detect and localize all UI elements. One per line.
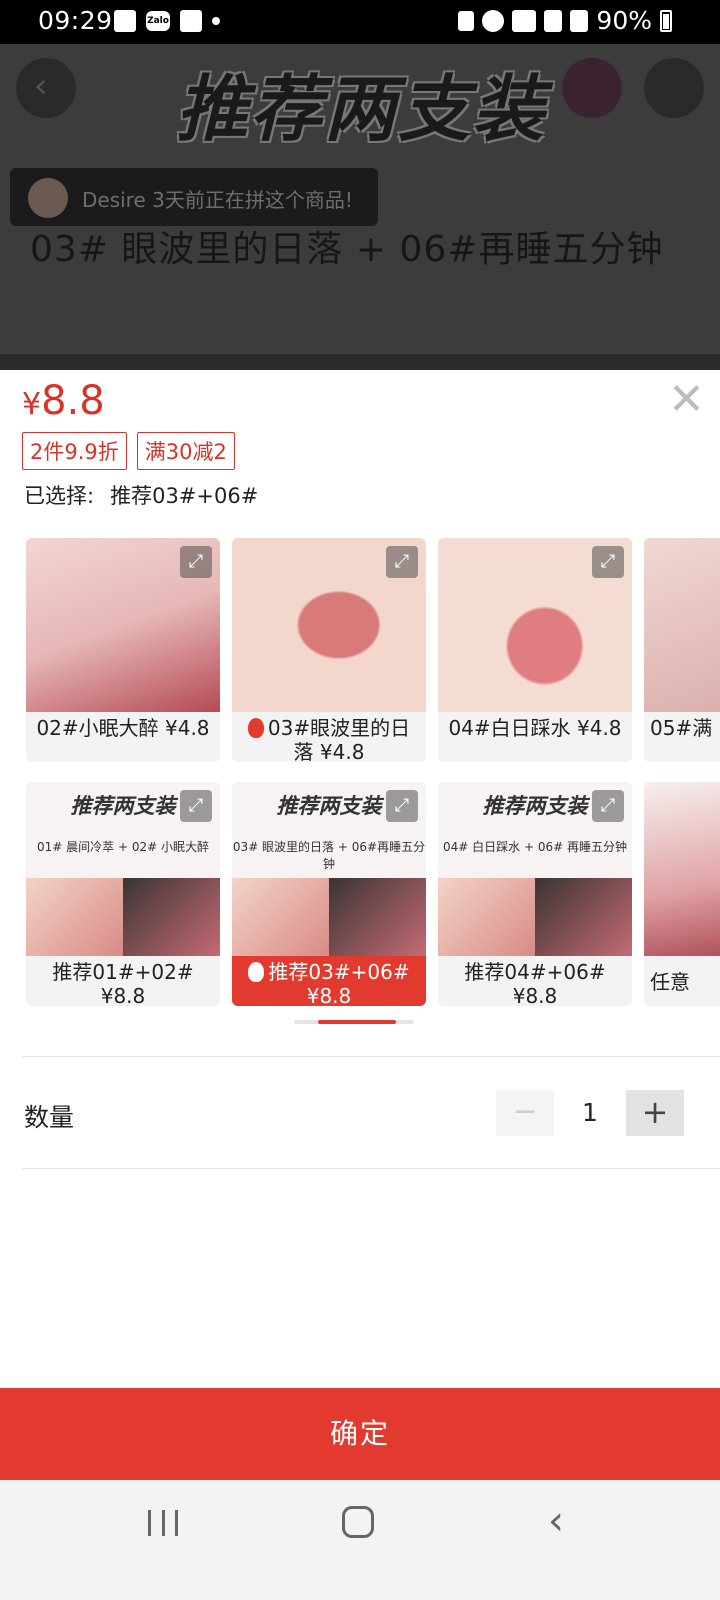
expand-icon[interactable]: ⤢ — [592, 790, 624, 822]
option-label: 推荐04#+06# ¥8.8 — [464, 960, 606, 1006]
option-label: 03#眼波里的日落 ¥4.8 — [232, 712, 426, 762]
quantity-value[interactable]: 1 — [554, 1090, 626, 1136]
option-row-single: ⤢ 02#小眠大醉 ¥4.8 ⤢ 03#眼波里的日落 ¥4.8 ⤢ 04#白日踩… — [26, 538, 720, 762]
gallery-icon — [114, 10, 136, 32]
background-product-page: ‹ 推荐两支装 Desire 3天前正在拼这个商品! 03# 眼波里的日落 + … — [0, 44, 720, 370]
close-icon[interactable]: ✕ — [668, 378, 705, 422]
system-nav-bar: ‹ — [0, 1480, 720, 1600]
option-label-text: 推荐03#+06# ¥8.8 — [268, 960, 410, 1006]
option-label: 推荐03#+06# ¥8.8 — [232, 956, 426, 1006]
option-image — [644, 538, 720, 712]
option-image — [644, 782, 720, 956]
combo-subtitle: 04# 白日踩水 + 06# 再睡五分钟 — [443, 840, 627, 854]
promo-badge-reduction: 满30减2 — [136, 432, 235, 470]
status-time: 09:29 — [38, 6, 113, 35]
option-label: 推荐01#+02# ¥8.8 — [52, 960, 194, 1006]
combo-photos — [438, 878, 632, 956]
battery-saver-icon — [458, 10, 475, 31]
selected-label: 已选择: — [24, 484, 95, 508]
combo-subtitle: 01# 晨间冷萃 + 02# 小眠大醉 — [37, 840, 209, 854]
combo-subtitle: 03# 眼波里的日落 + 06#再睡五分钟 — [232, 840, 426, 871]
system-icons: 90% — [458, 6, 672, 35]
price: ¥8.8 — [22, 378, 105, 424]
signal-2-icon — [570, 9, 589, 32]
group-buy-notice: Desire 3天前正在拼这个商品! — [10, 168, 378, 226]
increase-button[interactable]: + — [626, 1090, 684, 1136]
option-card-02[interactable]: ⤢ 02#小眠大醉 ¥4.8 — [26, 538, 220, 762]
option-label: 02#小眠大醉 ¥4.8 — [36, 716, 210, 740]
combo-photos — [232, 878, 426, 956]
divider — [22, 1168, 720, 1169]
divider — [22, 1056, 720, 1057]
selected-summary: 已选择: 推荐03#+06# — [24, 480, 258, 510]
expand-icon[interactable]: ⤢ — [592, 546, 624, 578]
quantity-label: 数量 — [24, 1103, 75, 1132]
option-card-any[interactable]: 任意 — [644, 782, 720, 1006]
sku-selector-sheet: ¥8.8 ✕ 2件9.9折 满30减2 已选择: 推荐03#+06# ⤢ 02#小… — [0, 370, 720, 1600]
notice-text: Desire 3天前正在拼这个商品! — [82, 188, 353, 212]
back-icon[interactable]: ‹ — [548, 1498, 564, 1544]
add-contact-icon — [180, 10, 202, 32]
option-card-bundle-03-06[interactable]: 推荐两支装 03# 眼波里的日落 + 06#再睡五分钟 ⤢ 推荐03#+06# … — [232, 782, 426, 1006]
option-card-bundle-04-06[interactable]: 推荐两支装 04# 白日踩水 + 06# 再睡五分钟 ⤢ 推荐04#+06# ¥… — [438, 782, 632, 1006]
option-label: 04#白日踩水 ¥4.8 — [448, 716, 622, 740]
signal-icon — [544, 9, 563, 32]
promo-badge-discount: 2件9.9折 — [22, 432, 127, 470]
scroll-indicator-thumb — [318, 1020, 396, 1024]
notification-icons: Zalo — [114, 10, 220, 32]
banner-headline: 推荐两支装 — [176, 67, 547, 151]
expand-icon[interactable]: ⤢ — [386, 546, 418, 578]
selected-value: 推荐03#+06# — [110, 484, 259, 508]
option-card-03[interactable]: ⤢ 03#眼波里的日落 ¥4.8 — [232, 538, 426, 762]
alarm-icon — [482, 9, 505, 32]
expand-icon[interactable]: ⤢ — [180, 546, 212, 578]
expand-icon[interactable]: ⤢ — [180, 790, 212, 822]
wifi-icon — [512, 9, 537, 32]
option-card-04[interactable]: ⤢ 04#白日踩水 ¥4.8 — [438, 538, 632, 762]
battery-percent: 90% — [596, 6, 652, 35]
battery-icon — [660, 9, 672, 32]
expand-icon[interactable]: ⤢ — [386, 790, 418, 822]
language-button[interactable] — [562, 58, 622, 118]
hot-flame-icon — [248, 962, 265, 982]
combo-photos — [26, 878, 220, 956]
home-icon[interactable] — [342, 1506, 374, 1538]
price-value: 8.8 — [41, 378, 105, 424]
more-notifications-icon — [212, 17, 220, 25]
chevron-left-icon: ‹ — [34, 66, 48, 106]
option-label-text: 03#眼波里的日落 ¥4.8 — [267, 716, 411, 762]
banner-subtitle: 03# 眼波里的日落 + 06#再睡五分钟 — [30, 229, 664, 270]
decrease-button[interactable]: − — [496, 1090, 554, 1136]
option-label: 任意 — [650, 970, 690, 994]
option-card-05[interactable]: 05#满 — [644, 538, 720, 762]
option-card-bundle-01-02[interactable]: 推荐两支装 01# 晨间冷萃 + 02# 小眠大醉 ⤢ 推荐01#+02# ¥8… — [26, 782, 220, 1006]
confirm-button[interactable]: 确定 — [0, 1388, 720, 1480]
quantity-stepper: − 1 + — [496, 1090, 686, 1136]
share-button[interactable] — [644, 58, 704, 118]
option-row-bundle: 推荐两支装 01# 晨间冷萃 + 02# 小眠大醉 ⤢ 推荐01#+02# ¥8… — [26, 782, 720, 1006]
scroll-indicator — [294, 1020, 414, 1024]
option-label: 05#满 — [650, 716, 713, 740]
screen: 09:29 Zalo 90% ‹ 推荐两支装 Desire 3天前正在拼这个商品… — [0, 0, 720, 1600]
status-bar: 09:29 Zalo 90% — [0, 0, 720, 44]
recent-apps-icon[interactable] — [148, 1510, 178, 1536]
price-currency: ¥ — [22, 387, 42, 422]
avatar — [28, 178, 68, 218]
promo-badges: 2件9.9折 满30减2 — [22, 432, 235, 470]
banner-image-strip — [0, 354, 720, 370]
hot-flame-icon — [247, 718, 264, 738]
zalo-icon: Zalo — [146, 11, 170, 31]
